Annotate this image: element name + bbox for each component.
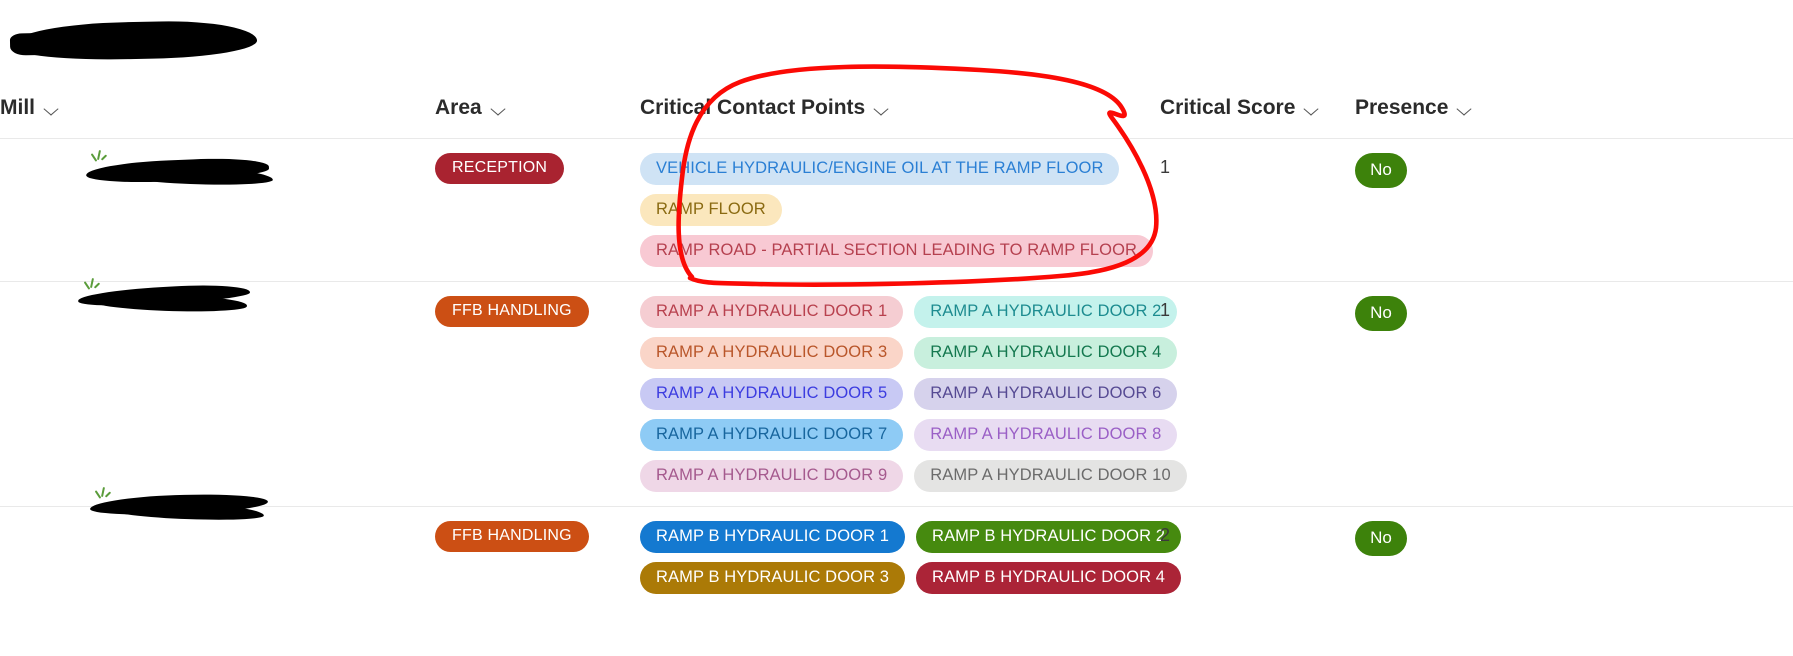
leaf-icon xyxy=(83,277,102,294)
table-row[interactable]: FFB HANDLING RAMP B HYDRAULIC DOOR 1 RAMP … xyxy=(0,506,1793,609)
chevron-down-icon[interactable] xyxy=(1306,104,1319,112)
column-header-presence-label: Presence xyxy=(1355,96,1449,119)
chevron-down-icon[interactable] xyxy=(1459,104,1472,112)
critical-contact-point-tag[interactable]: RAMP A HYDRAULIC DOOR 9 xyxy=(640,460,904,492)
presence-badge: No xyxy=(1355,521,1407,556)
critical-contact-point-tag[interactable]: RAMP B HYDRAULIC DOOR 4 xyxy=(916,562,1182,594)
critical-contact-point-tag[interactable]: RAMP A HYDRAULIC DOOR 5 xyxy=(640,378,904,410)
cell-presence: No xyxy=(1355,282,1793,507)
critical-contact-point-tag[interactable]: VEHICLE HYDRAULIC/ENGINE OIL AT THE RAMP… xyxy=(640,153,1120,185)
critical-contact-point-tag[interactable]: RAMP A HYDRAULIC DOOR 3 xyxy=(640,337,904,369)
critical-contact-point-tag[interactable]: RAMP A HYDRAULIC DOOR 1 xyxy=(640,296,904,328)
column-header-area[interactable]: Area xyxy=(435,96,640,139)
cell-mill xyxy=(0,507,435,609)
table-body: RECEPTION VEHICLE HYDRAULIC/ENGINE OIL AT… xyxy=(0,138,1793,609)
tag-line: RAMP A HYDRAULIC DOOR 1 RAMP A HYDRAULIC … xyxy=(640,296,1178,328)
tag-line: RAMP A HYDRAULIC DOOR 3 RAMP A HYDRAULIC … xyxy=(640,337,1178,369)
tag-line: RAMP FLOOR xyxy=(640,194,1140,226)
cell-critical-contact-points: VEHICLE HYDRAULIC/ENGINE OIL AT THE RAMP… xyxy=(640,139,1160,282)
critical-contact-point-tag-list: RAMP B HYDRAULIC DOOR 1 RAMP B HYDRAULIC … xyxy=(640,521,1182,594)
cell-presence: No xyxy=(1355,139,1793,282)
tag-line: VEHICLE HYDRAULIC/ENGINE OIL AT THE RAMP… xyxy=(640,153,1140,185)
critical-contact-point-tag[interactable]: RAMP A HYDRAULIC DOOR 8 xyxy=(914,419,1178,451)
column-header-mill[interactable]: Mill xyxy=(0,96,435,139)
chevron-down-icon[interactable] xyxy=(493,104,506,112)
table-header: Mill Area Critical Contact Points Critic… xyxy=(0,96,1793,139)
mills-critical-points-table: Mill Area Critical Contact Points Critic… xyxy=(0,96,1793,608)
leaf-icon xyxy=(90,149,109,166)
area-badge: RECEPTION xyxy=(435,153,565,184)
cell-mill xyxy=(0,139,435,282)
critical-score-value: 2 xyxy=(1160,525,1171,545)
critical-contact-point-tag[interactable]: RAMP A HYDRAULIC DOOR 10 xyxy=(914,460,1187,492)
tag-line: RAMP A HYDRAULIC DOOR 9 RAMP A HYDRAULIC … xyxy=(640,460,1187,492)
critical-score-value: 1 xyxy=(1160,300,1171,320)
critical-contact-point-tag[interactable]: RAMP A HYDRAULIC DOOR 6 xyxy=(914,378,1178,410)
column-header-critical-score[interactable]: Critical Score xyxy=(1160,96,1355,139)
cell-mill xyxy=(0,282,435,507)
column-header-area-label: Area xyxy=(435,96,482,119)
critical-contact-point-tag[interactable]: RAMP ROAD - PARTIAL SECTION LEADING TO R… xyxy=(640,235,1154,267)
cell-critical-contact-points: RAMP B HYDRAULIC DOOR 1 RAMP B HYDRAULIC … xyxy=(640,507,1182,609)
cell-area: FFB HANDLING xyxy=(435,507,640,609)
critical-score-value: 1 xyxy=(1160,157,1171,177)
cell-critical-score: 2 xyxy=(1160,507,1355,609)
column-header-presence[interactable]: Presence xyxy=(1355,96,1793,139)
cell-presence: No xyxy=(1355,507,1793,609)
chevron-down-icon[interactable] xyxy=(876,104,889,112)
cell-area: RECEPTION xyxy=(435,139,640,282)
cell-critical-score: 1 xyxy=(1160,282,1355,507)
column-header-critical-contact-points[interactable]: Critical Contact Points xyxy=(640,96,1160,139)
critical-contact-point-tag[interactable]: RAMP A HYDRAULIC DOOR 4 xyxy=(914,337,1178,369)
cell-critical-score: 1 xyxy=(1160,139,1355,282)
tag-line: RAMP B HYDRAULIC DOOR 1 RAMP B HYDRAULIC … xyxy=(640,521,1182,553)
tag-line: RAMP A HYDRAULIC DOOR 7 RAMP A HYDRAULIC … xyxy=(640,419,1178,451)
leaf-icon xyxy=(94,486,113,503)
tag-line: RAMP A HYDRAULIC DOOR 5 RAMP A HYDRAULIC … xyxy=(640,378,1178,410)
table-row[interactable]: RECEPTION VEHICLE HYDRAULIC/ENGINE OIL AT… xyxy=(0,138,1793,282)
critical-contact-point-tag-list: RAMP A HYDRAULIC DOOR 1 RAMP A HYDRAULIC … xyxy=(640,296,1187,492)
tag-line: RAMP ROAD - PARTIAL SECTION LEADING TO R… xyxy=(640,235,1154,267)
critical-contact-point-tag[interactable]: RAMP B HYDRAULIC DOOR 3 xyxy=(640,562,906,594)
critical-contact-point-tag[interactable]: RAMP FLOOR xyxy=(640,194,782,226)
chevron-down-icon[interactable] xyxy=(46,104,59,112)
column-header-mill-label: Mill xyxy=(0,96,35,119)
column-header-critical-contact-points-label: Critical Contact Points xyxy=(640,96,866,119)
presence-badge: No xyxy=(1355,296,1407,331)
column-header-critical-score-label: Critical Score xyxy=(1160,96,1296,119)
area-badge: FFB HANDLING xyxy=(435,296,589,327)
tag-line: RAMP B HYDRAULIC DOOR 3 RAMP B HYDRAULIC … xyxy=(640,562,1182,594)
redaction-mark-title xyxy=(13,19,258,62)
presence-badge: No xyxy=(1355,153,1407,188)
critical-contact-point-tag[interactable]: RAMP A HYDRAULIC DOOR 2 xyxy=(914,296,1178,328)
critical-contact-point-tag[interactable]: RAMP A HYDRAULIC DOOR 7 xyxy=(640,419,904,451)
cell-area: FFB HANDLING xyxy=(435,282,640,507)
table-row[interactable]: FFB HANDLING RAMP A HYDRAULIC DOOR 1 RAMP … xyxy=(0,281,1793,507)
screenshot-root: Mill Area Critical Contact Points Critic… xyxy=(0,0,1793,656)
area-badge: FFB HANDLING xyxy=(435,521,589,552)
critical-contact-point-tag[interactable]: RAMP B HYDRAULIC DOOR 2 xyxy=(916,521,1182,553)
critical-contact-point-tag[interactable]: RAMP B HYDRAULIC DOOR 1 xyxy=(640,521,906,553)
critical-contact-point-tag-list: VEHICLE HYDRAULIC/ENGINE OIL AT THE RAMP… xyxy=(640,153,1154,267)
cell-critical-contact-points: RAMP A HYDRAULIC DOOR 1 RAMP A HYDRAULIC … xyxy=(640,282,1187,507)
